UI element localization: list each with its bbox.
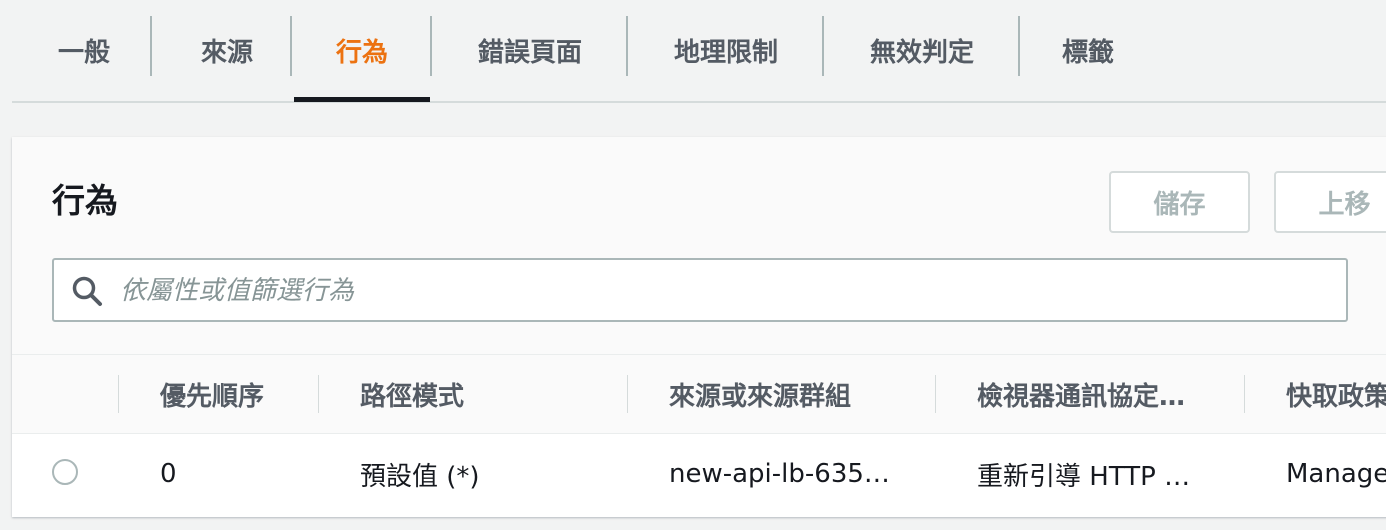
cell-cache-policy: Managed [1286, 459, 1386, 489]
panel-header: 行為 儲存 上移 依屬性或值篩選行為 [12, 137, 1386, 355]
tab-divider [626, 16, 628, 76]
tab-origins[interactable]: 來源 [172, 0, 282, 101]
tab-geo-restrictions[interactable]: 地理限制 [648, 0, 804, 101]
move-up-button[interactable]: 上移 [1274, 171, 1386, 233]
tab-tags[interactable]: 標籤 [1040, 0, 1136, 101]
cell-path-pattern: 預設值 (*) [360, 461, 480, 492]
save-button[interactable]: 儲存 [1109, 171, 1250, 233]
column-divider [935, 375, 936, 413]
column-origin[interactable]: 來源或來源群組 [669, 355, 851, 433]
column-divider [118, 375, 119, 413]
column-divider [627, 375, 628, 413]
cell-viewer-protocol: 重新引導 HTTP … [977, 461, 1191, 492]
tab-behaviors[interactable]: 行為 [294, 0, 430, 101]
cell-origin: new-api-lb-635… [669, 459, 890, 489]
search-placeholder: 依屬性或值篩選行為 [120, 276, 355, 306]
behaviors-panel: 行為 儲存 上移 依屬性或值篩選行為 優先順序 路徑模式 來源或來源群組 檢視器… [12, 137, 1386, 517]
column-path-pattern[interactable]: 路徑模式 [360, 355, 464, 433]
tab-divider [1018, 16, 1020, 76]
search-input[interactable]: 依屬性或值篩選行為 [52, 258, 1348, 322]
column-divider [318, 375, 319, 413]
tab-bar: 一般 來源 行為 錯誤頁面 地理限制 無效判定 標籤 [12, 0, 1386, 103]
tab-invalidations[interactable]: 無效判定 [844, 0, 1000, 101]
row-select-radio[interactable] [52, 459, 78, 485]
active-tab-indicator [294, 97, 430, 102]
tab-divider [822, 16, 824, 76]
column-cache-policy[interactable]: 快取政策 [1286, 355, 1386, 433]
table-row[interactable]: 0 預設值 (*) new-api-lb-635… 重新引導 HTTP … Ma… [12, 434, 1386, 514]
tab-divider [430, 16, 432, 76]
column-priority[interactable]: 優先順序 [160, 355, 264, 433]
panel-title: 行為 [52, 181, 118, 220]
cell-priority: 0 [160, 459, 177, 489]
tab-divider [150, 16, 152, 76]
distribution-behaviors-page: 一般 來源 行為 錯誤頁面 地理限制 無效判定 標籤 行為 儲存 上移 依屬性或… [0, 0, 1386, 530]
search-icon [72, 276, 102, 306]
tab-error-pages[interactable]: 錯誤頁面 [452, 0, 608, 101]
tab-general[interactable]: 一般 [36, 0, 132, 101]
column-divider [1244, 375, 1245, 413]
tab-divider [290, 16, 292, 76]
column-viewer-protocol[interactable]: 檢視器通訊協定… [977, 355, 1185, 433]
table-header: 優先順序 路徑模式 來源或來源群組 檢視器通訊協定… 快取政策 [12, 355, 1386, 434]
